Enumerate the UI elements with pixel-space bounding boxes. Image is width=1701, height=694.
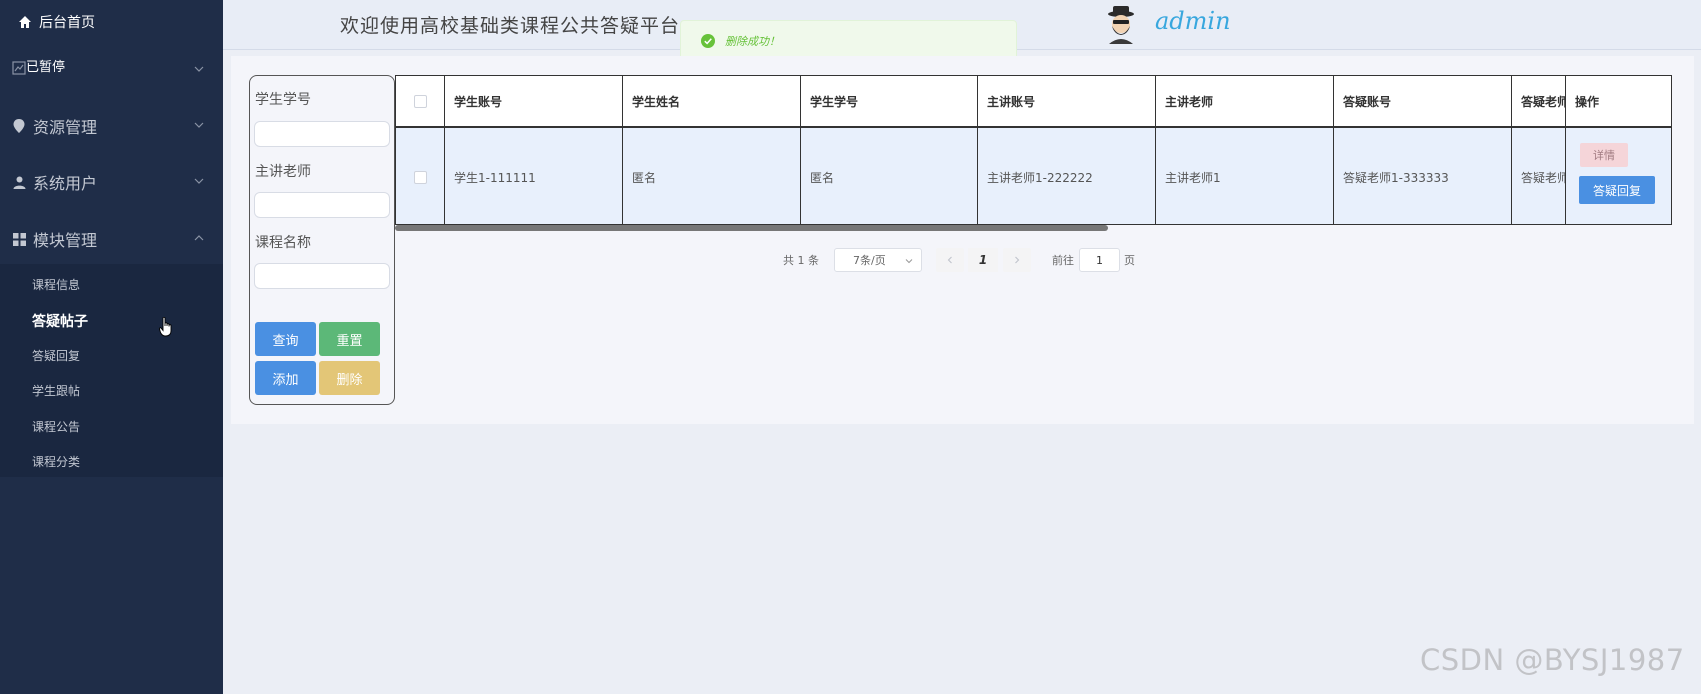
- lecturer-input[interactable]: [254, 192, 390, 218]
- detail-button[interactable]: 详情: [1580, 143, 1628, 167]
- table-cell: 答疑老师1: [1512, 128, 1572, 224]
- sidebar-item-resources[interactable]: 资源管理: [0, 108, 223, 144]
- course-name-label: 课程名称: [255, 235, 311, 251]
- table-cell: 答疑老师1-333333: [1334, 128, 1512, 224]
- prev-page-button[interactable]: [936, 248, 964, 272]
- sidebar-item-users[interactable]: 系统用户: [0, 164, 223, 200]
- sidebar-item-label: 资源管理: [33, 118, 98, 137]
- row-select-cell: [396, 128, 445, 224]
- sidebar-item-course-info[interactable]: 课程信息: [32, 276, 80, 293]
- check-circle-icon: [701, 34, 715, 48]
- sidebar-submenu: 课程信息 答疑帖子 答疑回复 学生跟帖 课程公告 课程分类: [0, 264, 223, 477]
- sidebar-item-student-followups[interactable]: 学生跟帖: [32, 382, 80, 399]
- sidebar-item-categories[interactable]: 课程分类: [32, 453, 80, 470]
- total-suffix: 条: [808, 254, 819, 267]
- reply-button[interactable]: 答疑回复: [1579, 176, 1655, 204]
- sidebar-item-qa-replies[interactable]: 答疑回复: [32, 347, 80, 364]
- goto-prefix: 前往: [1052, 254, 1074, 267]
- select-all-checkbox[interactable]: [413, 94, 427, 108]
- paused-label: 已暂停: [26, 60, 66, 75]
- row-checkbox[interactable]: [413, 170, 427, 184]
- chart-icon: [12, 61, 26, 75]
- column-header[interactable]: 主讲老师: [1156, 76, 1334, 128]
- data-table: 学生账号 学生姓名 学生学号 主讲账号 主讲老师 答疑账号 答疑老师 学生1-1…: [395, 75, 1672, 225]
- chevron-down-icon: [905, 259, 913, 264]
- chevron-down-icon: [194, 122, 204, 128]
- total-count: 1: [797, 253, 805, 267]
- home-icon: [18, 15, 32, 29]
- table-cell: 匿名: [801, 128, 978, 224]
- current-page[interactable]: 1: [968, 248, 998, 272]
- table-horizontal-scrollbar[interactable]: [395, 225, 1108, 231]
- ops-cell: 详情 答疑回复: [1566, 128, 1671, 224]
- goto-page-input[interactable]: 1: [1079, 248, 1120, 272]
- page-size-select[interactable]: 7条/页: [834, 248, 922, 272]
- sidebar-item-label: 系统用户: [33, 174, 98, 193]
- user-icon: [12, 175, 26, 189]
- sidebar: 后台首页 已暂停 资源管理 系统用户 模块管理 课程信息 答疑帖子 答疑回复 学…: [0, 0, 223, 694]
- column-header[interactable]: 主讲账号: [978, 76, 1156, 128]
- sidebar-home[interactable]: 后台首页: [18, 10, 95, 34]
- table-cell: 主讲老师1: [1156, 128, 1334, 224]
- search-form: 学生学号 主讲老师 课程名称 查询 重置 添加 删除: [249, 75, 395, 405]
- student-id-input[interactable]: [254, 121, 390, 147]
- watermark: CSDN @BYSJ1987: [1420, 643, 1685, 677]
- chevron-left-icon: [947, 256, 952, 264]
- avatar[interactable]: [1102, 4, 1140, 44]
- sidebar-home-label: 后台首页: [39, 15, 95, 31]
- ops-header: 操作: [1566, 76, 1671, 128]
- column-header[interactable]: 学生账号: [445, 76, 623, 128]
- page-title: 欢迎使用高校基础类课程公共答疑平台: [340, 15, 681, 37]
- sidebar-item-announcements[interactable]: 课程公告: [32, 418, 80, 435]
- column-header[interactable]: 答疑老师: [1512, 76, 1572, 128]
- hand-cursor-icon: [159, 317, 172, 337]
- column-header[interactable]: 答疑账号: [1334, 76, 1512, 128]
- location-icon: [12, 119, 26, 133]
- page-size-value: 7条/页: [853, 254, 886, 267]
- admin-username[interactable]: admin: [1155, 7, 1231, 35]
- table-cell: 学生1-111111: [445, 128, 623, 224]
- chevron-down-icon: [194, 66, 204, 72]
- grid-icon: [12, 232, 26, 246]
- chevron-right-icon: [1015, 256, 1020, 264]
- column-header[interactable]: 学生学号: [801, 76, 978, 128]
- sidebar-item-modules[interactable]: 模块管理: [0, 221, 223, 257]
- pagination-total: 共 1 条: [783, 248, 819, 272]
- next-page-button[interactable]: [1003, 248, 1031, 272]
- add-button[interactable]: 添加: [255, 361, 316, 395]
- reset-button[interactable]: 重置: [319, 322, 380, 356]
- chevron-down-icon: [194, 178, 204, 184]
- sidebar-item-label: 模块管理: [33, 231, 98, 250]
- select-all-cell: [396, 76, 445, 128]
- toast-message: 删除成功！: [725, 35, 780, 48]
- sidebar-item-qa-posts[interactable]: 答疑帖子: [32, 311, 88, 331]
- lecturer-label: 主讲老师: [255, 164, 311, 180]
- student-id-label: 学生学号: [255, 92, 311, 108]
- delete-button[interactable]: 删除: [319, 361, 380, 395]
- table-cell: 主讲老师1-222222: [978, 128, 1156, 224]
- table-cell: 匿名: [623, 128, 801, 224]
- operations-column: 操作 详情 答疑回复: [1565, 76, 1671, 224]
- column-header[interactable]: 学生姓名: [623, 76, 801, 128]
- chevron-up-icon: [194, 235, 204, 241]
- goto-suffix: 页: [1124, 254, 1135, 267]
- total-prefix: 共: [783, 254, 794, 267]
- course-name-input[interactable]: [254, 263, 390, 289]
- query-button[interactable]: 查询: [255, 322, 316, 356]
